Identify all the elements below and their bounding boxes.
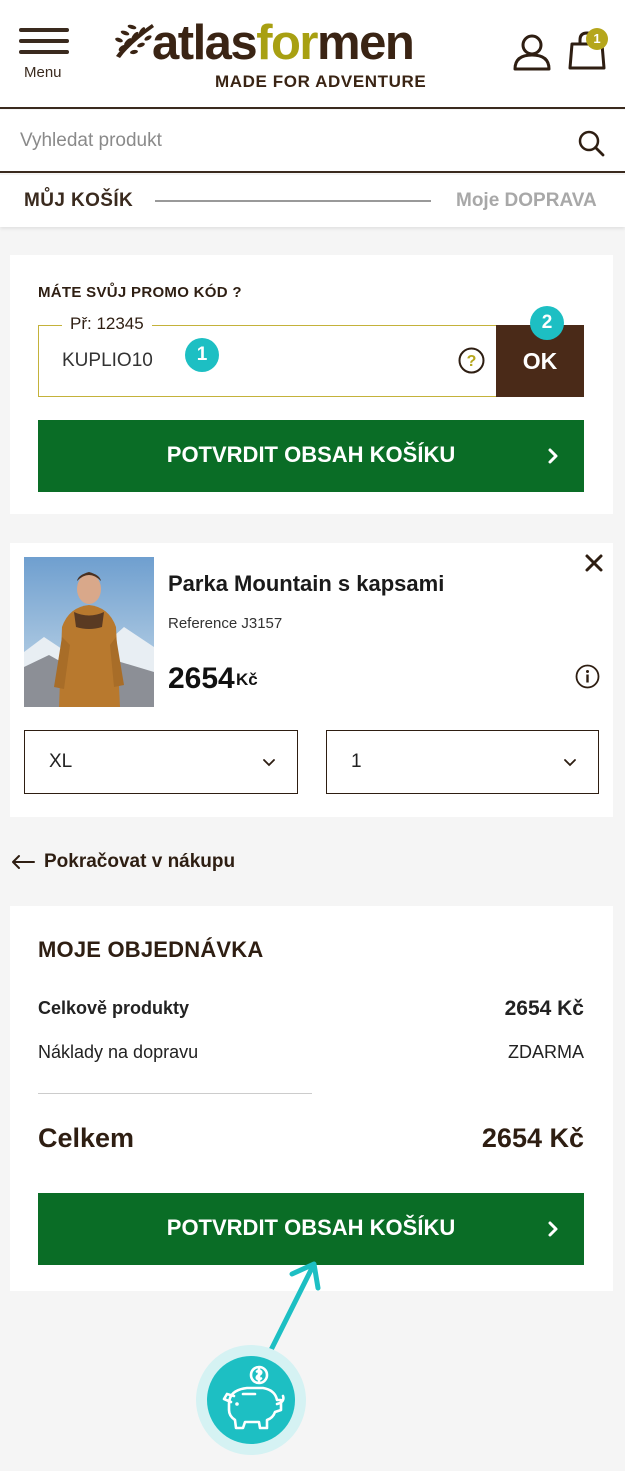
svg-text:?: ? (467, 353, 477, 370)
product-currency: Kč (236, 670, 258, 689)
chevron-right-icon (548, 1221, 558, 1237)
logo-tagline: MADE FOR ADVENTURE (215, 72, 427, 91)
product-photo (24, 557, 154, 707)
product-price: 2654 (168, 662, 235, 695)
promo-title: MÁTE SVŮJ PROMO KÓD ? (38, 284, 242, 301)
shipping-cost-value: ZDARMA (508, 1042, 584, 1062)
annotation-marker-1: 1 (185, 338, 219, 372)
confirm-cart-button-bottom[interactable]: POTVRDIT OBSAH KOŠÍKU (38, 1193, 584, 1265)
step-connector (155, 200, 431, 202)
confirm-cart-label: POTVRDIT OBSAH KOŠÍKU (166, 442, 456, 467)
help-icon[interactable]: ? (458, 347, 485, 374)
summary-divider (38, 1093, 312, 1094)
menu-button[interactable]: Menu (17, 24, 71, 84)
step-my-cart: MŮJ KOŠÍK (24, 190, 134, 211)
shipping-cost-label: Náklady na dopravu (38, 1042, 199, 1062)
quantity-select-value: 1 (351, 751, 362, 772)
product-reference: Reference J3157 (168, 615, 283, 632)
products-total-value: 2654 Kč (504, 997, 584, 1020)
size-select[interactable]: XL (24, 730, 298, 794)
menu-icon (19, 28, 69, 32)
annotation-marker-2: 2 (530, 306, 564, 340)
confirm-cart-label: POTVRDIT OBSAH KOŠÍKU (166, 1215, 456, 1240)
site-header: Menu atlasformen MADE FOR ADVENTURE 1 (0, 0, 625, 109)
menu-icon-bar (19, 50, 69, 54)
grand-total-value: 2654 Kč (481, 1123, 584, 1153)
site-logo[interactable]: atlasformen MADE FOR ADVENTURE (112, 14, 474, 98)
products-total-label: Celkově produkty (38, 998, 190, 1018)
promo-code-input[interactable] (62, 346, 442, 376)
piggy-bank-icon (222, 1365, 285, 1430)
step-my-shipping[interactable]: Moje DOPRAVA (456, 190, 597, 212)
product-name[interactable]: Parka Mountain s kapsami (168, 571, 444, 597)
logo-part-men: men (317, 16, 415, 70)
info-icon[interactable] (575, 664, 600, 689)
menu-icon-bar (19, 39, 69, 43)
size-select-value: XL (49, 751, 73, 772)
logo-part-atlas: atlas (152, 16, 258, 70)
confirm-cart-button-top[interactable]: POTVRDIT OBSAH KOŠÍKU (38, 420, 584, 492)
product-image[interactable] (24, 557, 154, 707)
search-bar (0, 110, 625, 173)
quantity-select[interactable]: 1 (326, 730, 599, 794)
cart-count-badge: 1 (586, 28, 608, 50)
continue-shopping-label: Pokračovat v nákupu (44, 851, 236, 872)
order-summary-title: MOJE OBJEDNÁVKA (38, 937, 264, 962)
search-input[interactable] (0, 110, 560, 171)
chevron-down-icon (564, 759, 576, 767)
promo-field-legend: Př: 12345 (62, 314, 152, 334)
logo-part-for: for (256, 16, 318, 70)
logo-wordmark: atlasformen (152, 14, 415, 72)
search-icon[interactable] (577, 129, 605, 157)
checkout-steps: MŮJ KOŠÍK Moje DOPRAVA (0, 175, 625, 227)
chevron-right-icon (548, 448, 558, 464)
grand-total-label: Celkem (38, 1123, 135, 1153)
arrow-left-icon (12, 855, 35, 869)
remove-item-icon[interactable] (583, 552, 605, 574)
menu-label: Menu (24, 64, 62, 81)
chevron-down-icon (263, 759, 275, 767)
user-account-icon[interactable] (512, 32, 552, 72)
